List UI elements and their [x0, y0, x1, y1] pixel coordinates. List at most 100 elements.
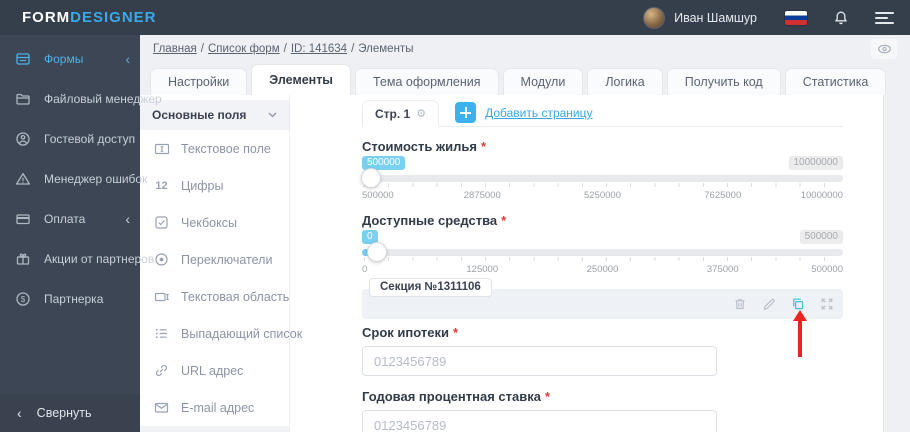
tab-label: Получить код	[684, 75, 763, 89]
trash-icon[interactable]	[733, 297, 747, 311]
preview-button[interactable]	[871, 38, 897, 59]
tab-statistics[interactable]: Статистика	[784, 68, 887, 95]
required-marker: *	[501, 213, 507, 228]
element-item-radios[interactable]: Переключатели	[140, 241, 289, 278]
tab-modules[interactable]: Модули	[502, 68, 584, 95]
element-item-label: Текстовое поле	[181, 141, 271, 156]
sidebar-collapse-button[interactable]: ‹ Свернуть	[0, 394, 140, 432]
page-tab-1[interactable]: Стр. 1 ⚙	[362, 100, 440, 127]
gift-icon	[15, 251, 32, 267]
form-canvas: Стр. 1 ⚙ Добавить страницу Стоимость жил…	[290, 95, 883, 432]
tab-settings[interactable]: Настройки	[150, 68, 248, 95]
sidebar-item-label: Акции от партнеров	[44, 252, 155, 266]
element-item-dropdown[interactable]: Выпадающий список	[140, 315, 302, 352]
element-item-digits[interactable]: 12 Цифры	[140, 167, 289, 204]
tab-label: Тема оформления	[373, 75, 481, 89]
collapse-label: Свернуть	[36, 406, 92, 420]
element-item-label: E-mail адрес	[181, 400, 255, 415]
textarea-icon	[153, 289, 170, 305]
text-field-icon	[153, 141, 170, 157]
field-annual-rate: Годовая процентная ставка *	[362, 389, 843, 432]
breadcrumb-link-form-id[interactable]: ID: 141634	[291, 43, 347, 55]
sidebar-item-guest-access[interactable]: Гостевой доступ	[0, 119, 140, 159]
element-item-textarea[interactable]: Текстовая область	[140, 278, 289, 315]
digits-icon: 12	[155, 179, 168, 192]
gear-icon[interactable]: ⚙	[416, 107, 426, 120]
breadcrumb-separator: /	[283, 42, 287, 55]
tick-label: 375000	[706, 264, 739, 275]
breadcrumb: Главная / Список форм / ID: 141634 / Эле…	[140, 35, 910, 62]
required-marker: *	[544, 389, 551, 404]
formdesigner-app: FORMDESIGNER Иван Шамшур Формы ‹ Файловы…	[0, 0, 910, 432]
user-name[interactable]: Иван Шамшур	[674, 11, 757, 25]
page-bar: Стр. 1 ⚙ Добавить страницу	[362, 100, 843, 127]
slider-value-row: 500000 10000000	[362, 156, 843, 171]
annual-rate-input[interactable]	[362, 410, 717, 432]
sidebar-item-payment[interactable]: Оплата ‹	[0, 199, 140, 239]
slider-max-value: 10000000	[788, 156, 843, 170]
link-icon	[153, 363, 170, 378]
slider-track[interactable]	[362, 249, 843, 256]
sidebar-item-error-manager[interactable]: Менеджер ошибок	[0, 159, 147, 199]
elements-panel-header[interactable]: Основные поля	[140, 100, 289, 130]
slider-track[interactable]	[362, 175, 843, 182]
copy-duplicate-icon[interactable]	[791, 297, 805, 311]
tab-get-code[interactable]: Получить код	[666, 68, 781, 95]
field-label: Стоимость жилья *	[362, 139, 487, 154]
required-marker: *	[452, 325, 459, 340]
logo-secondary: DESIGNER	[70, 9, 157, 26]
tab-label: Модули	[520, 75, 566, 89]
field-label: Доступные средства *	[362, 213, 507, 228]
russia-flag-icon[interactable]	[785, 10, 807, 25]
tab-elements[interactable]: Элементы	[251, 64, 351, 95]
envelope-icon	[153, 400, 170, 415]
sidebar-item-file-manager[interactable]: Файловый менеджер	[0, 79, 162, 119]
breadcrumb-link-form-list[interactable]: Список форм	[208, 43, 280, 55]
breadcrumb-link-home[interactable]: Главная	[153, 43, 197, 55]
element-item-checkboxes[interactable]: Чекбоксы	[140, 204, 289, 241]
slider-max-value: 500000	[799, 230, 843, 244]
slider-handle[interactable]	[367, 242, 387, 262]
sidebar-item-affiliate[interactable]: $ Партнерка	[0, 279, 140, 319]
edit-pencil-icon[interactable]	[762, 297, 776, 311]
bell-icon[interactable]	[833, 10, 849, 26]
slider-handle[interactable]	[361, 168, 381, 188]
chevron-left-icon: ‹	[125, 51, 130, 67]
chevron-left-icon: ‹	[17, 405, 22, 421]
hamburger-menu-icon[interactable]	[875, 9, 894, 27]
elements-panel: Основные поля Текстовое поле 12 Цифры Че…	[140, 95, 302, 432]
sidebar-item-forms[interactable]: Формы ‹	[0, 39, 140, 79]
tab-label: Логика	[605, 75, 645, 89]
element-item-label: Цифры	[181, 178, 224, 193]
tab-theme[interactable]: Тема оформления	[355, 68, 499, 95]
mortgage-term-input[interactable]	[362, 346, 717, 376]
section-title-chip: Секция №1311106	[369, 278, 492, 297]
error-manager-icon	[15, 171, 32, 187]
element-item-text-field[interactable]: Текстовое поле	[140, 130, 289, 167]
top-bar: FORMDESIGNER Иван Шамшур	[0, 0, 910, 35]
add-page-link[interactable]: Добавить страницу	[485, 106, 592, 120]
slider-field-property-cost: Стоимость жилья * 500000 10000000 500000 …	[361, 139, 843, 201]
red-annotation-arrow	[792, 310, 807, 357]
tick-label: 5250000	[584, 190, 621, 201]
slider-tickmarks	[364, 183, 841, 187]
element-item-label: Переключатели	[181, 252, 273, 267]
add-page-button[interactable]	[455, 102, 477, 123]
next-section-header-partial	[140, 426, 289, 432]
tab-logic[interactable]: Логика	[587, 68, 663, 95]
tab-label: Настройки	[168, 75, 230, 89]
element-item-label: URL адрес	[181, 363, 244, 378]
dropdown-list-icon	[153, 326, 170, 341]
sidebar-item-partner-promos[interactable]: Акции от партнеров	[0, 239, 154, 279]
avatar[interactable]	[643, 6, 666, 29]
element-item-email[interactable]: E-mail адрес	[140, 389, 289, 426]
checkbox-icon	[153, 215, 170, 230]
expand-fullscreen-icon[interactable]	[820, 297, 834, 311]
element-item-url[interactable]: URL адрес	[140, 352, 289, 389]
form-tabs: Настройки Элементы Тема оформления Модул…	[140, 62, 910, 95]
section-bar: Секция №1311106	[362, 278, 843, 357]
content-card: Основные поля Текстовое поле 12 Цифры Че…	[140, 95, 884, 432]
tick-label: 250000	[586, 264, 619, 275]
element-item-label: Выпадающий список	[181, 326, 303, 341]
logo-primary: FORM	[22, 9, 71, 26]
